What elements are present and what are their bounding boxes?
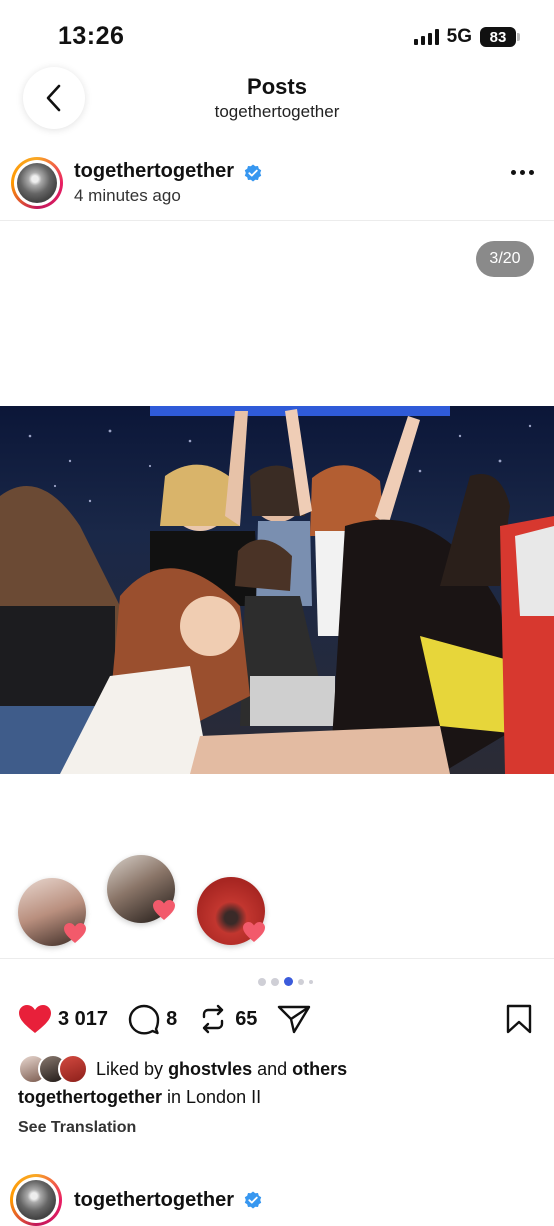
like-heart-icon[interactable] (18, 1004, 52, 1034)
battery-level: 83 (489, 28, 507, 46)
reposts-count[interactable]: 65 (235, 1008, 257, 1031)
post-caption: togethertogether in London II (18, 1087, 261, 1108)
post-photo[interactable] (0, 406, 554, 774)
action-bar: 3 017 8 65 (18, 1003, 311, 1035)
verified-badge-icon (245, 164, 262, 182)
post-avatar[interactable] (11, 157, 63, 209)
liked-by-user[interactable]: ghostvles (168, 1059, 252, 1079)
caption-text: in London II (167, 1087, 262, 1107)
bookmark-icon (506, 1004, 532, 1034)
heart-reaction-icon (243, 922, 265, 942)
concert-crowd-image (0, 406, 554, 774)
likes-count[interactable]: 3 017 (58, 1008, 108, 1031)
disco-ball-avatar (17, 163, 57, 203)
status-indicators: 5G 83 (413, 26, 520, 48)
repost-icon[interactable] (197, 1003, 229, 1035)
more-options-button[interactable] (511, 170, 534, 175)
post-timestamp: 4 minutes ago (74, 186, 181, 205)
see-translation-link[interactable]: See Translation (18, 1119, 136, 1137)
page-subtitle: togethertogether (214, 102, 340, 121)
comment-icon[interactable] (128, 1003, 160, 1035)
liker-mini-avatar (58, 1054, 88, 1084)
post-username[interactable]: togethertogether (74, 160, 234, 182)
status-time: 13:26 (58, 22, 125, 50)
caption-username[interactable]: togethertogether (18, 1087, 162, 1107)
verified-badge-icon (244, 1191, 262, 1209)
liked-by-row[interactable]: Liked by ghostvles and others (18, 1054, 347, 1084)
next-post-header[interactable]: togethertogether (10, 1174, 262, 1226)
disco-ball-avatar (16, 1180, 56, 1220)
image-counter: 3/20 (476, 241, 534, 277)
liked-by-others[interactable]: others (292, 1059, 347, 1079)
network-label: 5G (446, 26, 472, 47)
divider (0, 958, 554, 959)
next-post-username[interactable]: togethertogether (74, 1189, 234, 1212)
post-author[interactable]: togethertogether 4 minutes ago (74, 160, 262, 206)
carousel-indicator (258, 977, 313, 986)
battery-icon: 83 (480, 27, 520, 47)
share-send-icon[interactable] (277, 1003, 311, 1035)
save-button[interactable] (506, 1004, 532, 1039)
page-title: Posts (247, 74, 307, 99)
signal-icon (413, 29, 439, 45)
liked-by-text: Liked by ghostvles and others (96, 1058, 348, 1079)
comments-count[interactable]: 8 (166, 1008, 177, 1031)
heart-reaction-icon (64, 923, 86, 943)
heart-reaction-icon (153, 900, 175, 920)
divider (0, 220, 554, 221)
